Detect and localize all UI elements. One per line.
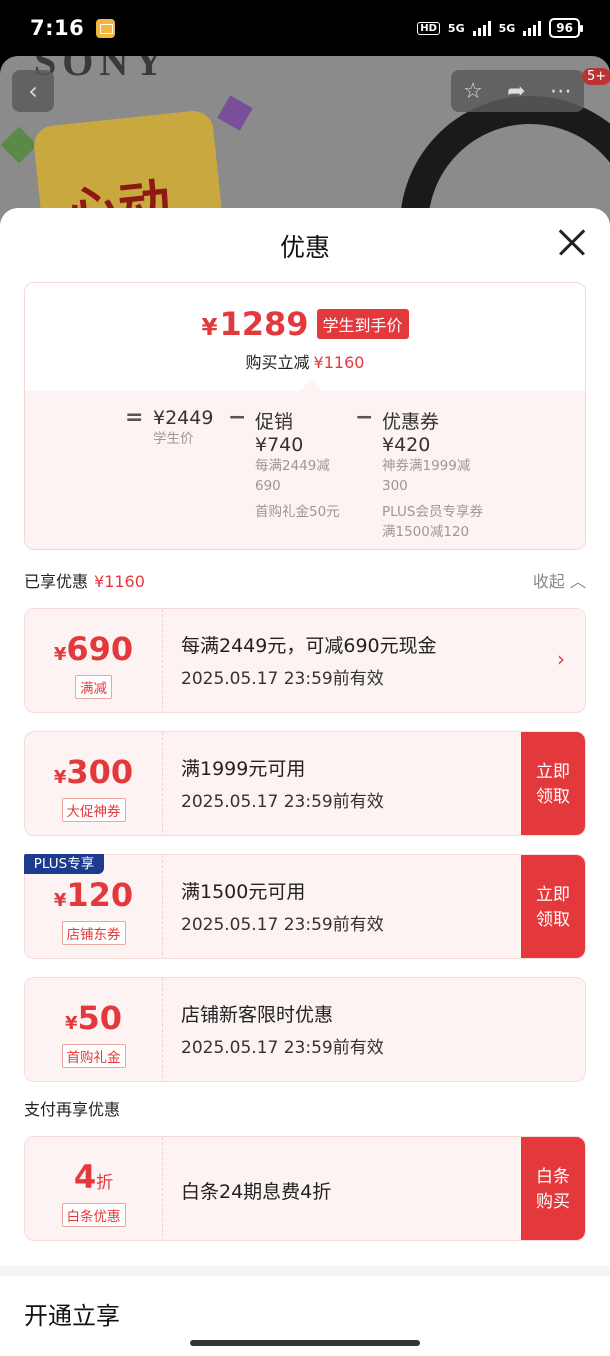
chevron-left-icon: ‹ xyxy=(28,77,38,105)
plus-exclusive-badge: PLUS专享 xyxy=(24,854,104,874)
status-icons: HD 5G 5G 96 xyxy=(417,18,583,38)
message-count-badge: 5+ xyxy=(582,68,610,85)
coupon-card-store: ¥120 店铺东券 满1500元可用 2025.05.17 23:59前有效 立… xyxy=(24,854,586,959)
equals-sign: = xyxy=(125,405,144,430)
coupon-expiry: 2025.05.17 23:59前有效 xyxy=(181,669,384,689)
coupon-amount: ¥120 xyxy=(53,876,134,914)
enjoyed-discount-label: 已享优惠 ¥1160 xyxy=(24,572,145,591)
minus-sign: − xyxy=(355,405,374,430)
coupon-type-tag: 满减 xyxy=(75,675,112,699)
open-membership-title: 开通立享 xyxy=(24,1302,120,1330)
coupon-amount: 4折 xyxy=(73,1158,114,1196)
coupon-type-tag: 首购礼金 xyxy=(61,1044,126,1068)
price-breakdown: = ¥2449 学生价 − 促销 ¥740 每满2449减690 首购礼金50元… xyxy=(25,391,585,549)
chevron-up-icon: ︿ xyxy=(569,572,586,591)
coupon-expiry: 2025.05.17 23:59前有效 xyxy=(181,915,384,935)
coupon-description: 每满2449元，可减690元现金 xyxy=(181,635,437,657)
close-button[interactable] xyxy=(558,228,586,256)
status-time: 7:16 xyxy=(30,16,85,40)
status-bar: 7:16 HD 5G 5G 96 xyxy=(0,0,610,56)
price-summary-card: ¥1289 学生到手价 购买立减 ¥1160 = ¥2449 学生价 − 促销 ¥… xyxy=(24,282,586,550)
mail-notification-icon xyxy=(96,18,116,38)
coupon-description: 白条24期息费4折 xyxy=(181,1181,332,1203)
more-icon[interactable]: ⋯ xyxy=(550,79,572,104)
share-icon[interactable]: ➦ xyxy=(507,79,525,104)
hd-voice-icon: HD xyxy=(417,21,440,35)
claim-coupon-button[interactable]: 立即领取 xyxy=(521,732,585,835)
network-5g-label-2: 5G xyxy=(498,21,516,35)
minus-sign: − xyxy=(228,405,247,430)
chevron-right-icon: › xyxy=(557,647,565,671)
claim-coupon-button[interactable]: 立即领取 xyxy=(521,855,585,958)
battery-icon: 96 xyxy=(549,18,583,38)
promo-col: 促销 ¥740 每满2449减690 首购礼金50元 xyxy=(255,411,340,520)
coupon-amount: ¥690 xyxy=(53,630,134,668)
discount-sheet: 优惠 ¥1289 学生到手价 购买立减 ¥1160 = ¥2449 学生价 − 促… xyxy=(0,208,610,1332)
coupon-description: 店铺新客限时优惠 xyxy=(181,1004,334,1026)
coupon-type-tag: 白条优惠 xyxy=(61,1203,126,1227)
coupon-card-full-reduction[interactable]: ¥690 满减 每满2449元，可减690元现金 2025.05.17 23:5… xyxy=(24,608,586,713)
top-actions: ☆ ➦ ⋯ xyxy=(451,70,584,112)
coupon-expiry: 2025.05.17 23:59前有效 xyxy=(181,792,384,812)
payment-discount-label: 支付再享优惠 xyxy=(24,1100,121,1119)
gesture-bar xyxy=(0,1332,610,1356)
student-price-col: ¥2449 学生价 xyxy=(153,407,214,447)
student-price-tag: 学生到手价 xyxy=(316,309,409,339)
decor-star-icon xyxy=(217,95,253,131)
sheet-title: 优惠 xyxy=(279,233,330,262)
purchase-reduce: 购买立减 ¥1160 xyxy=(245,353,365,372)
network-5g-label-1: 5G xyxy=(447,21,465,35)
coupon-type-tag: 大促神券 xyxy=(61,798,126,822)
brand-logo: SONY xyxy=(34,56,170,84)
coupon-card-mega-promo: ¥300 大促神券 满1999元可用 2025.05.17 23:59前有效 立… xyxy=(24,731,586,836)
coupon-description: 满1500元可用 xyxy=(181,881,306,903)
coupon-card-baitiao: 4折 白条优惠 白条24期息费4折 白条购买 xyxy=(24,1136,586,1241)
favorite-star-icon[interactable]: ☆ xyxy=(463,79,483,104)
decor-star-icon xyxy=(0,126,38,164)
signal-icon-2 xyxy=(523,20,542,36)
coupon-amount: ¥50 xyxy=(64,999,123,1037)
back-button[interactable]: ‹ xyxy=(12,70,54,112)
coupon-description: 满1999元可用 xyxy=(181,758,306,780)
coupon-expiry: 2025.05.17 23:59前有效 xyxy=(181,1038,384,1058)
collapse-toggle[interactable]: 收起 ︿ xyxy=(533,568,586,592)
section-divider xyxy=(0,1266,610,1276)
coupon-type-tag: 店铺东券 xyxy=(61,921,126,945)
baitiao-buy-button[interactable]: 白条购买 xyxy=(521,1137,585,1240)
coupon-col: 优惠券 ¥420 神券满1999减300 PLUS会员专享券 满1500减120 xyxy=(382,411,483,540)
final-price: ¥1289 xyxy=(201,305,309,343)
coupon-amount: ¥300 xyxy=(53,753,134,791)
coupon-card-first-purchase: ¥50 首购礼金 店铺新客限时优惠 2025.05.17 23:59前有效 xyxy=(24,977,586,1082)
signal-icon-1 xyxy=(472,20,491,36)
home-indicator[interactable] xyxy=(190,1340,420,1346)
